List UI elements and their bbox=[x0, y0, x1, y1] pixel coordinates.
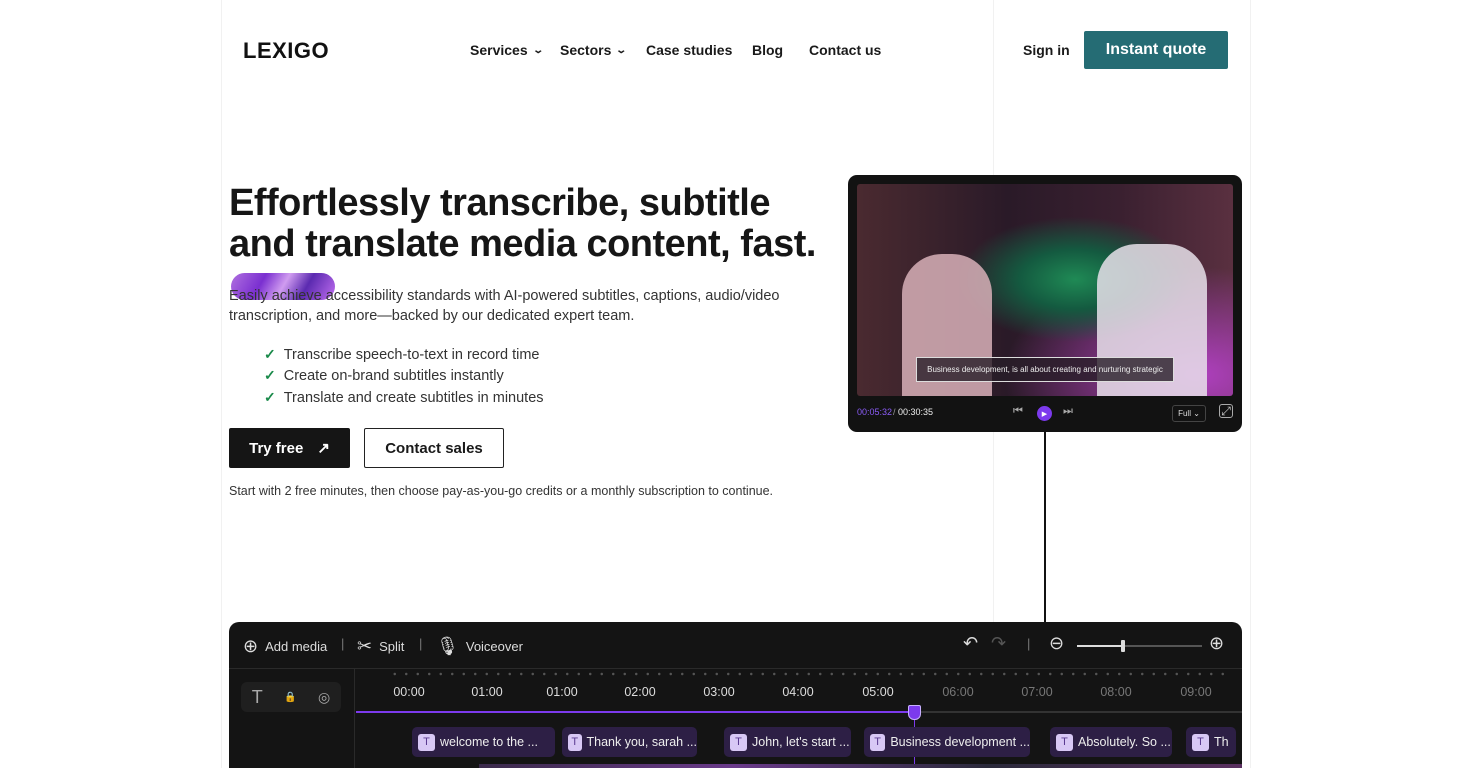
undo-icon[interactable]: ↶ bbox=[963, 633, 978, 654]
clip-text: Absolutely. So ... bbox=[1078, 735, 1171, 749]
subtitle-clip[interactable]: T Business development ... bbox=[864, 727, 1030, 757]
redo-icon[interactable]: ↷ bbox=[991, 633, 1006, 654]
nav-blog[interactable]: Blog bbox=[752, 42, 783, 58]
check-icon: ✓ bbox=[264, 367, 276, 383]
timeline-tick-label: 02:00 bbox=[624, 685, 656, 699]
text-clip-icon: T bbox=[1192, 733, 1209, 751]
video-player: Business development, is all about creat… bbox=[848, 175, 1242, 432]
time-separator: / bbox=[893, 407, 896, 417]
try-free-button[interactable]: Try free ↗ bbox=[229, 428, 350, 468]
skip-back-icon[interactable]: ⏮ bbox=[1013, 405, 1023, 418]
split-button[interactable]: ✂ Split bbox=[357, 636, 404, 657]
progress-fill bbox=[356, 711, 914, 713]
voiceover-button[interactable]: 🎙 Voiceover bbox=[436, 636, 523, 657]
quality-select[interactable]: Full ⌄ bbox=[1172, 405, 1206, 422]
feature-text: Create on-brand subtitles instantly bbox=[283, 367, 504, 384]
clip-text: Th bbox=[1214, 735, 1229, 749]
nav-services[interactable]: Services ⌄ bbox=[470, 42, 544, 58]
play-button[interactable]: ▶ bbox=[1037, 406, 1052, 421]
zoom-slider[interactable] bbox=[1077, 640, 1202, 652]
toolbar-divider bbox=[229, 668, 1242, 669]
clip-text: Thank you, sarah ... bbox=[586, 735, 697, 749]
button-label: Voiceover bbox=[465, 639, 523, 654]
zoom-in-icon[interactable]: ⊕ bbox=[1209, 633, 1224, 654]
add-media-button[interactable]: ⊕ Add media bbox=[243, 636, 327, 657]
feature-item: ✓ Create on-brand subtitles instantly bbox=[264, 367, 504, 384]
total-time: 00:30:35 bbox=[898, 407, 934, 417]
logo[interactable]: LEXIGO bbox=[243, 38, 329, 64]
connector-line bbox=[1044, 432, 1046, 622]
playhead-handle[interactable] bbox=[908, 705, 921, 720]
microphone-icon: 🎙 bbox=[436, 636, 459, 656]
text-clip-icon: T bbox=[418, 733, 435, 751]
hero-title-text: Effortlessly transcribe, subtitle and tr… bbox=[229, 182, 816, 265]
pricing-note: Start with 2 free minutes, then choose p… bbox=[229, 484, 774, 498]
scissors-icon: ✂ bbox=[357, 636, 373, 656]
timeline-tick-label: 09:00 bbox=[1180, 685, 1212, 699]
nav-label: Services bbox=[470, 42, 528, 58]
fullscreen-icon[interactable]: ⤢ bbox=[1219, 404, 1233, 418]
nav-label: Sectors bbox=[560, 42, 612, 58]
button-label: Split bbox=[379, 639, 405, 654]
feature-text: Transcribe speech-to-text in record time bbox=[283, 346, 540, 363]
feature-item: ✓ Translate and create subtitles in minut… bbox=[264, 389, 544, 406]
contact-sales-button[interactable]: Contact sales bbox=[364, 428, 504, 468]
timeline-tick-label: 04:00 bbox=[782, 685, 814, 699]
clip-text: Business development ... bbox=[890, 735, 1030, 749]
nav-sectors[interactable]: Sectors ⌄ bbox=[560, 42, 628, 58]
clip-text: welcome to the ... bbox=[440, 735, 538, 749]
chevron-down-icon: ⌄ bbox=[531, 44, 544, 56]
divider: | bbox=[341, 636, 345, 651]
quality-value: Full bbox=[1178, 409, 1191, 418]
timeline-tick-label: 08:00 bbox=[1100, 685, 1132, 699]
subtitle-clip[interactable]: T Th bbox=[1186, 727, 1236, 757]
subtitle-clip[interactable]: T John, let's start ... bbox=[724, 727, 851, 757]
text-clip-icon: T bbox=[730, 733, 747, 751]
button-label: Add media bbox=[265, 639, 328, 654]
timeline-editor: ⊕ Add media | ✂ Split | 🎙 Voiceover ↶ ↷ | ⊖… bbox=[229, 622, 1242, 768]
check-icon: ✓ bbox=[264, 389, 276, 405]
feature-item: ✓ Transcribe speech-to-text in record tim… bbox=[264, 346, 539, 363]
hero-lead: Easily achieve accessibility standards w… bbox=[229, 288, 780, 324]
lock-icon[interactable]: 🔒 bbox=[284, 692, 296, 703]
video-frame[interactable]: Business development, is all about creat… bbox=[857, 184, 1233, 396]
button-label: Try free bbox=[249, 439, 304, 457]
check-icon: ✓ bbox=[264, 346, 276, 362]
sign-in-link[interactable]: Sign in bbox=[1023, 42, 1070, 58]
subtitle-clip[interactable]: T Absolutely. So ... bbox=[1050, 727, 1172, 757]
nav-case-studies[interactable]: Case studies bbox=[646, 42, 732, 58]
timeline-tick-label: 05:00 bbox=[862, 685, 894, 699]
nav-contact-us[interactable]: Contact us bbox=[809, 42, 881, 58]
timeline-tick-label: 01:00 bbox=[546, 685, 578, 699]
divider: | bbox=[1027, 636, 1031, 651]
video-track-thumbnails bbox=[479, 764, 1242, 768]
visibility-icon[interactable]: ◎ bbox=[318, 689, 330, 706]
subtitle-clip[interactable]: T Thank you, sarah ... bbox=[562, 727, 697, 757]
current-time: 00:05:32 bbox=[857, 407, 893, 417]
divider: | bbox=[419, 636, 423, 651]
instant-quote-button[interactable]: Instant quote bbox=[1084, 31, 1228, 69]
timeline-tick-label: 06:00 bbox=[942, 685, 974, 699]
text-clip-icon: T bbox=[568, 733, 582, 751]
text-clip-icon: T bbox=[1056, 733, 1073, 751]
chevron-down-icon: ⌄ bbox=[615, 44, 628, 56]
subtitle-clip[interactable]: Twelcome to the ... bbox=[412, 727, 555, 757]
track-controls: T 🔒 ◎ bbox=[241, 682, 341, 712]
timeline-tick-label: 07:00 bbox=[1021, 685, 1053, 699]
ruler-dots bbox=[389, 672, 1232, 676]
skip-forward-icon[interactable]: ⏭ bbox=[1063, 405, 1073, 418]
timeline-tick-label: 00:00 bbox=[393, 685, 425, 699]
text-track-icon: T bbox=[251, 686, 263, 707]
zoom-slider-handle bbox=[1121, 640, 1125, 652]
arrow-up-right-icon: ↗ bbox=[317, 440, 330, 457]
clip-text: John, let's start ... bbox=[752, 735, 850, 749]
timeline-tick-label: 01:00 bbox=[471, 685, 503, 699]
timeline-tick-label: 03:00 bbox=[703, 685, 735, 699]
feature-text: Translate and create subtitles in minute… bbox=[283, 389, 544, 406]
progress-track[interactable] bbox=[356, 711, 1242, 713]
subtitle-caption[interactable]: Business development, is all about creat… bbox=[916, 357, 1174, 382]
plus-circle-icon: ⊕ bbox=[243, 636, 259, 656]
zoom-out-icon[interactable]: ⊖ bbox=[1049, 633, 1064, 654]
text-clip-icon: T bbox=[870, 733, 886, 751]
